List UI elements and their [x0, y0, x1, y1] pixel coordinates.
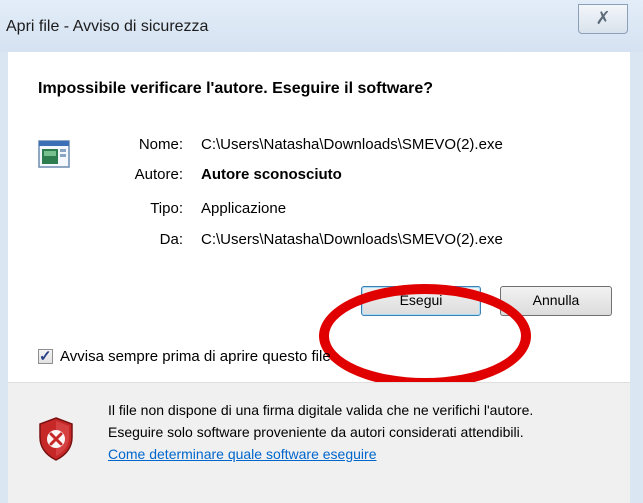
- close-button[interactable]: ✗: [578, 4, 628, 34]
- author-value: Autore sconosciuto: [201, 166, 342, 183]
- title-bar[interactable]: Apri file - Avviso di sicurezza ✗: [0, 0, 643, 52]
- name-value: C:\Users\Natasha\Downloads\SMEVO(2).exe: [201, 136, 503, 153]
- dialog-body: Impossibile verificare l'autore. Eseguir…: [8, 52, 630, 503]
- red-highlight-circle: [319, 284, 531, 388]
- close-icon: ✗: [595, 8, 611, 28]
- name-label: Nome:: [138, 136, 183, 153]
- warning-footer: Il file non dispone di una firma digital…: [8, 383, 630, 503]
- security-warning-window: Apri file - Avviso di sicurezza ✗ Imposs…: [0, 0, 643, 503]
- source-value: C:\Users\Natasha\Downloads\SMEVO(2).exe: [201, 231, 503, 248]
- window-title: Apri file - Avviso di sicurezza: [6, 18, 209, 35]
- type-value: Applicazione: [201, 200, 287, 217]
- warning-line-2: Eseguire solo software proveniente da au…: [108, 424, 524, 440]
- author-label: Autore:: [134, 166, 183, 183]
- help-link[interactable]: Come determinare quale software eseguire: [108, 446, 376, 462]
- dialog-headline: Impossibile verificare l'autore. Eseguir…: [38, 80, 434, 97]
- source-label: Da:: [159, 231, 183, 248]
- always-warn-label[interactable]: Avvisa sempre prima di aprire questo fil…: [60, 348, 331, 365]
- always-warn-checkbox[interactable]: ✓: [38, 348, 53, 365]
- security-shield-icon: [39, 417, 73, 461]
- warning-line-1: Il file non dispone di una firma digital…: [108, 402, 534, 418]
- checkmark-icon: ✓: [39, 348, 52, 365]
- type-label: Tipo:: [150, 200, 183, 217]
